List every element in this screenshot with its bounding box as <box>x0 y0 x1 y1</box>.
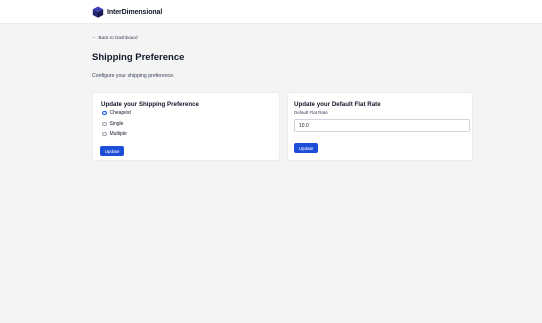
radio-option-multiple[interactable]: Multiple <box>102 131 127 137</box>
update-shipping-button[interactable]: Update <box>100 146 124 156</box>
radio-label: Single <box>109 121 124 127</box>
shipping-card-title: Update your Shipping Preference <box>101 101 199 108</box>
radio-button[interactable] <box>102 121 107 127</box>
update-flat-rate-button[interactable]: Update <box>294 143 318 153</box>
radio-label: Cheapest <box>109 110 131 116</box>
radio-label: Multiple <box>109 131 127 137</box>
radio-option-cheapest[interactable]: Cheapest <box>102 110 131 116</box>
flat-rate-field-label: Default Flat Rate <box>294 110 328 115</box>
shipping-preference-card: Update your Shipping Preference Cheapest… <box>92 92 280 161</box>
top-header: InterDimensional <box>0 0 542 24</box>
page-title: Shipping Preference <box>92 52 185 63</box>
brand-logo[interactable]: InterDimensional <box>92 6 162 18</box>
flat-rate-card: Update your Default Flat Rate Default Fl… <box>287 92 473 161</box>
page-description: Configure your shipping preference. <box>92 73 175 79</box>
brand-name: InterDimensional <box>107 8 163 16</box>
arrow-left-icon: ← <box>92 34 97 40</box>
back-link-label: Back to Dashboard <box>98 34 138 40</box>
back-to-dashboard-link[interactable]: ← Back to Dashboard <box>92 34 138 40</box>
radio-option-single[interactable]: Single <box>102 121 123 127</box>
cube-icon <box>92 6 104 18</box>
radio-button[interactable] <box>102 131 107 137</box>
radio-button[interactable] <box>102 110 107 116</box>
flat-rate-input[interactable] <box>294 119 470 132</box>
flat-rate-card-title: Update your Default Flat Rate <box>294 101 381 108</box>
